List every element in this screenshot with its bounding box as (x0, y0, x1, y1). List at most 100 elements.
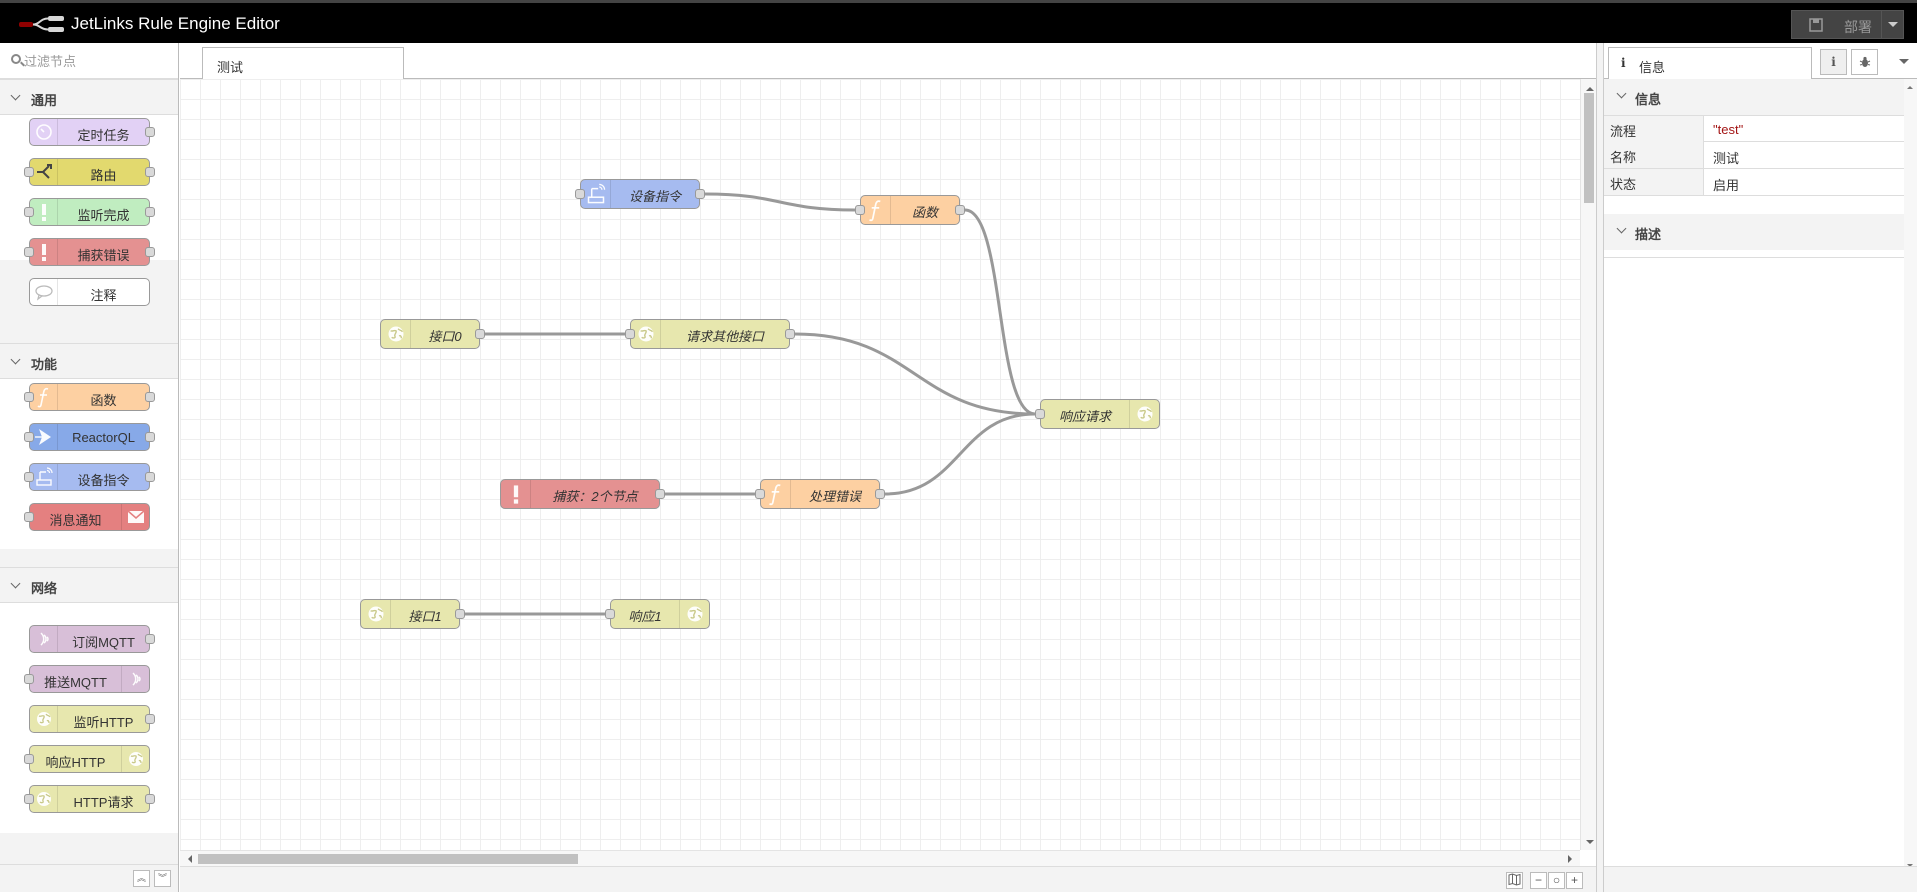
palette-node[interactable]: HTTP请求 (24, 785, 155, 813)
scroll-thumb[interactable] (198, 854, 578, 864)
info-value: 启用 (1713, 178, 1740, 193)
input-port (24, 167, 34, 177)
expand-all-icon[interactable]: ︾ (154, 870, 171, 887)
output-port[interactable] (955, 205, 965, 215)
palette-filter-input[interactable] (24, 51, 164, 71)
description-section-header[interactable]: 描述 (1604, 214, 1904, 250)
zoom-reset-icon[interactable]: ○ (1548, 872, 1565, 889)
info-panel-button[interactable]: i (1820, 49, 1847, 75)
palette-category-header[interactable]: 网络 (0, 567, 178, 603)
flow-node[interactable]: 请求其他接口 (625, 319, 795, 349)
collapse-all-icon[interactable]: ︽ (133, 870, 150, 887)
info-value: 测试 (1713, 151, 1740, 166)
zoom-in-icon[interactable]: + (1566, 872, 1583, 889)
input-port[interactable] (755, 489, 765, 499)
output-port (145, 794, 155, 804)
wire[interactable] (704, 192, 856, 212)
flow-node[interactable]: 响应1 (605, 599, 710, 629)
wire[interactable] (794, 332, 1036, 416)
scroll-down-icon[interactable] (1586, 840, 1594, 848)
palette-node-label: 监听完成 (77, 208, 130, 223)
workspace-footer: − ○ + (180, 866, 1596, 892)
info-section-header[interactable]: 信息 (1604, 79, 1904, 115)
palette-node-label: 函数 (90, 393, 117, 408)
palette-node[interactable]: 捕获错误 (24, 238, 155, 266)
flow-node-label: 响应1 (628, 609, 662, 624)
palette-node[interactable]: 定时任务 (29, 118, 155, 146)
canvas-vertical-scrollbar[interactable] (1580, 79, 1596, 850)
flow-node[interactable]: 接口1 (360, 599, 465, 629)
input-port (24, 794, 34, 804)
output-port[interactable] (875, 489, 885, 499)
deploy-menu-caret-icon[interactable] (1881, 11, 1903, 38)
zoom-out-icon[interactable]: − (1530, 872, 1547, 889)
sidebar-tab-label: 信息 (1639, 60, 1666, 75)
palette-node[interactable]: 监听完成 (24, 198, 155, 226)
alert-icon (30, 199, 58, 225)
flow-node-label: 接口0 (428, 329, 462, 344)
output-port[interactable] (475, 329, 485, 339)
flow-node[interactable]: 接口0 (380, 319, 485, 349)
input-port (24, 472, 34, 482)
input-port[interactable] (855, 205, 865, 215)
palette-node[interactable]: 消息通知 (24, 503, 150, 531)
palette-node-label: 消息通知 (49, 513, 102, 528)
input-port[interactable] (625, 329, 635, 339)
chevron-down-icon (10, 354, 21, 365)
input-port (24, 247, 34, 257)
sidebar-tab-info[interactable]: i 信息 (1608, 47, 1812, 80)
flow-node[interactable]: 处理错误 (755, 479, 885, 509)
workspace-tabs: 测试 (180, 43, 1596, 80)
flow-canvas[interactable]: 设备指令函数接口0 请求其他接口响应请求捕获：2个节点 处理错误接口1 响应1 (180, 79, 1580, 850)
scroll-right-icon[interactable] (1568, 855, 1576, 863)
navigator-map-icon[interactable] (1506, 872, 1523, 889)
flow-node[interactable]: 设备指令 (575, 179, 705, 209)
sidebar-menu-caret-icon[interactable] (1899, 59, 1909, 69)
debug-panel-button[interactable] (1851, 49, 1878, 75)
output-port[interactable] (785, 329, 795, 339)
flow-node[interactable]: 函数 (855, 195, 965, 225)
sidebar-scrollbar[interactable] (1904, 79, 1917, 892)
flow-node[interactable]: 捕获：2个节点 (500, 479, 665, 509)
input-port[interactable] (575, 189, 585, 199)
palette-node[interactable]: 订阅MQTT (29, 625, 155, 653)
scroll-left-icon[interactable] (184, 855, 192, 863)
deploy-button[interactable]: 部署 (1791, 10, 1904, 39)
output-port[interactable] (655, 489, 665, 499)
palette-node[interactable]: 路由 (24, 158, 155, 186)
palette-node[interactable]: 推送MQTT (24, 665, 150, 693)
output-port[interactable] (455, 609, 465, 619)
flow-node[interactable]: 响应请求 (1035, 399, 1160, 429)
canvas-horizontal-scrollbar[interactable] (180, 850, 1580, 866)
comment-icon (30, 279, 58, 305)
palette-node[interactable]: 设备指令 (24, 463, 155, 491)
palette-category-header[interactable]: 功能 (0, 343, 178, 379)
input-port[interactable] (605, 609, 615, 619)
tab-flow-test[interactable]: 测试 (202, 47, 404, 80)
scroll-thumb[interactable] (1584, 93, 1594, 203)
sidebar: i 信息 i 信息 流程 "test" 名称 测试 状态 启用 描述 (1604, 43, 1917, 892)
flow-node-label: 接口1 (408, 609, 442, 624)
sidebar-tabs: i 信息 i (1604, 43, 1917, 80)
input-port[interactable] (1035, 409, 1045, 419)
output-port[interactable] (695, 189, 705, 199)
wire[interactable] (964, 208, 1036, 416)
palette-node[interactable]: 监听HTTP (29, 705, 155, 733)
flow-node-label: 处理错误 (808, 489, 861, 504)
header-bar: JetLinks Rule Engine Editor 部署 (0, 0, 1917, 43)
palette-node[interactable]: ReactorQL (24, 423, 155, 451)
scroll-up-icon[interactable] (1586, 83, 1594, 91)
sidebar-resize-handle[interactable] (1596, 43, 1604, 892)
palette-node-label: HTTP请求 (73, 795, 134, 810)
info-row: 名称 测试 (1604, 142, 1904, 169)
palette-node[interactable]: 响应HTTP (24, 745, 150, 773)
scroll-up-icon[interactable] (1907, 83, 1913, 89)
palette-node[interactable]: 函数 (24, 383, 155, 411)
output-port (145, 207, 155, 217)
palette-category-header[interactable]: 通用 (0, 79, 178, 115)
wire[interactable] (884, 412, 1036, 496)
tab-label: 测试 (217, 60, 244, 75)
save-icon (1809, 18, 1823, 32)
function-icon (30, 384, 58, 410)
palette-node[interactable]: 注释 (29, 278, 150, 306)
